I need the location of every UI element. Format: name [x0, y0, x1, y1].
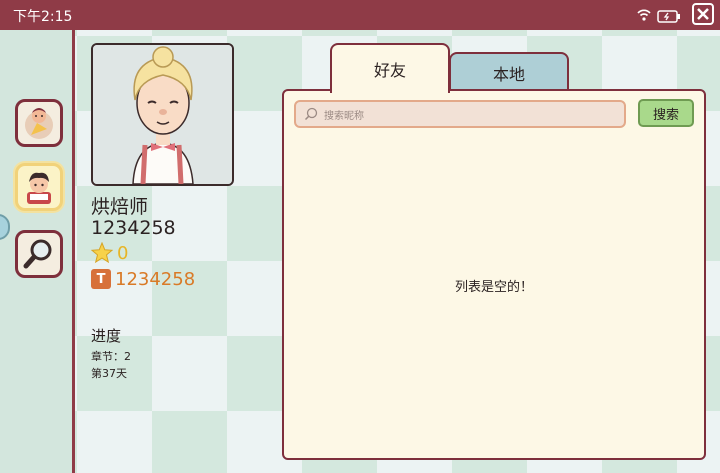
search-button[interactable]: 搜索 — [638, 99, 694, 127]
progress-chapter: 章节：2 — [91, 350, 131, 363]
avatar — [91, 43, 234, 186]
player-id: 1234258 — [91, 217, 176, 239]
wifi-icon — [637, 7, 651, 26]
status-bar: 下午2:15 — [0, 0, 720, 30]
star-icon — [91, 242, 113, 264]
empty-list-message: 列表是空的！ — [454, 280, 533, 295]
player-name: 烘焙师 — [91, 196, 149, 218]
close-button[interactable] — [692, 3, 714, 25]
friends-list-panel — [282, 89, 706, 460]
sidebar-divider — [72, 30, 75, 473]
sidebar-item-baker[interactable] — [15, 99, 63, 147]
coin-count: T 1234258 — [91, 267, 195, 291]
progress-title: 进度 — [91, 327, 122, 345]
tab-friends[interactable]: 好友 — [330, 43, 450, 93]
coin-value: 1234258 — [115, 268, 196, 290]
search-input[interactable]: 搜索昵称 — [294, 100, 626, 128]
baker-work-icon — [25, 108, 53, 139]
close-icon — [697, 8, 709, 20]
search-icon — [304, 107, 318, 121]
sidebar-item-profile[interactable] — [15, 163, 63, 211]
coin-icon: T — [91, 269, 111, 289]
tab-local[interactable]: 本地 — [449, 52, 569, 92]
magnifier-icon — [23, 239, 52, 269]
status-time: 下午2:15 — [13, 9, 73, 25]
sidebar-item-search[interactable] — [15, 230, 63, 278]
profile-icon — [27, 172, 51, 204]
battery-icon — [657, 8, 681, 27]
star-value: 0 — [117, 242, 129, 264]
search-placeholder: 搜索昵称 — [324, 110, 364, 122]
progress-day: 第37天 — [91, 367, 127, 380]
star-count: 0 — [91, 241, 128, 265]
